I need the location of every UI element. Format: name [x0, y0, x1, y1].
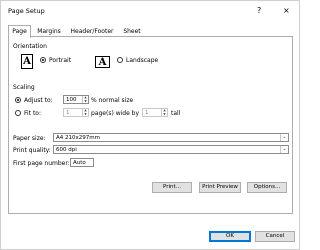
first-page-number-value: Auto: [73, 160, 86, 166]
adjust-to-radio[interactable]: [15, 97, 21, 103]
landscape-icon: A: [95, 56, 110, 68]
portrait-icon-glyph: A: [23, 56, 31, 67]
spinner-arrows-icon[interactable]: ▲ ▼: [82, 108, 88, 116]
fit-to-radio[interactable]: [15, 110, 21, 116]
adjust-to-spinner[interactable]: 100 ▲ ▼: [63, 95, 89, 104]
first-page-number-label: First page number:: [13, 160, 70, 167]
title-bar: Page Setup ? ×: [1, 1, 301, 21]
normal-size-label: % normal size: [91, 97, 134, 104]
landscape-label[interactable]: Landscape: [126, 57, 158, 64]
spinner-arrows-icon[interactable]: ▲ ▼: [82, 95, 88, 103]
window-title: Page Setup: [8, 7, 45, 15]
print-quality-label: Print quality:: [13, 147, 51, 154]
orientation-group-label: Orientation: [13, 43, 47, 50]
close-button[interactable]: ×: [283, 6, 290, 16]
portrait-radio[interactable]: [40, 57, 46, 63]
print-button[interactable]: Print...: [152, 182, 192, 193]
adjust-to-label[interactable]: Adjust to:: [24, 97, 53, 104]
fit-tall-spinner[interactable]: 1 ▲ ▼: [142, 108, 168, 117]
paper-size-select[interactable]: A4 210x297mm ⌄: [53, 133, 289, 142]
page-setup-dialog: Page Setup ? × Page Margins Header/Foote…: [0, 0, 300, 250]
chevron-down-icon[interactable]: ⌄: [280, 146, 288, 153]
print-preview-button[interactable]: Print Preview: [199, 182, 241, 193]
print-quality-select[interactable]: 600 dpi ⌄: [53, 145, 289, 154]
cancel-button[interactable]: Cancel: [255, 231, 295, 242]
tall-label: tall: [171, 110, 181, 117]
first-page-number-input[interactable]: Auto: [70, 158, 94, 167]
help-button[interactable]: ?: [257, 6, 261, 16]
ok-button[interactable]: OK: [209, 231, 251, 242]
print-quality-value: 600 dpi: [56, 147, 77, 153]
paper-size-label: Paper size:: [13, 135, 46, 142]
landscape-radio[interactable]: [117, 57, 123, 63]
tab-page[interactable]: Page: [8, 25, 31, 38]
portrait-label[interactable]: Portrait: [49, 57, 71, 64]
fit-to-label[interactable]: Fit to:: [24, 110, 41, 117]
landscape-icon-glyph: A: [98, 57, 107, 68]
portrait-icon: A: [21, 54, 33, 69]
paper-size-value: A4 210x297mm: [56, 135, 100, 141]
fit-wide-spinner[interactable]: 1 ▲ ▼: [63, 108, 89, 117]
spinner-arrows-icon[interactable]: ▲ ▼: [161, 108, 167, 116]
options-button[interactable]: Options...: [247, 182, 287, 193]
chevron-down-icon[interactable]: ⌄: [280, 134, 288, 141]
pages-wide-label: page(s) wide by: [91, 110, 140, 117]
fit-tall-value: 1: [145, 110, 149, 116]
scaling-group-label: Scaling: [13, 84, 35, 91]
page-tab-panel: Orientation A Portrait A Landscape Scali…: [8, 36, 293, 214]
adjust-to-value: 100: [66, 97, 77, 103]
fit-wide-value: 1: [66, 110, 70, 116]
